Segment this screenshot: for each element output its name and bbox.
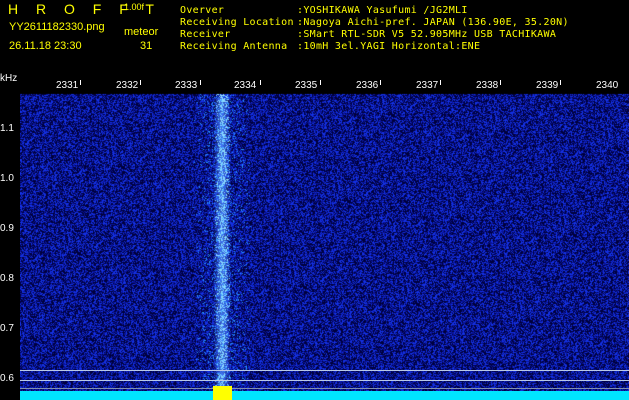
x-tick-2333: 2333 (175, 80, 198, 91)
x-tick-2336: 2336 (356, 80, 379, 91)
x-grid-mark (260, 80, 261, 85)
x-grid-mark (80, 80, 81, 85)
observer-value: :YOSHIKAWA Yasufumi /JG2MLI (297, 5, 468, 16)
x-grid-mark (140, 80, 141, 85)
x-grid-mark (200, 80, 201, 85)
x-grid-mark (500, 80, 501, 85)
receiver-label: Receiver (180, 29, 231, 40)
reference-line (20, 370, 629, 371)
meteor-count: 31 (140, 40, 153, 52)
observer-label: Overver (180, 5, 225, 16)
y-tick-0-6: 0.6 (0, 373, 14, 384)
detection-marker (213, 386, 232, 400)
x-grid-mark (320, 80, 321, 85)
spectrum-waterfall (20, 80, 629, 400)
antenna-value: :10mH 3el.YAGI Horizontal:ENE (297, 41, 481, 52)
image-filename: YY2611182330.png (9, 21, 105, 33)
reference-line (20, 380, 629, 381)
location-value: :Nagoya Aichi-pref. JAPAN (136.90E, 35.2… (297, 17, 569, 28)
x-grid-mark (380, 80, 381, 85)
y-tick-1-1: 1.1 (0, 123, 14, 134)
capture-datetime: 26.11.18 23:30 (9, 40, 82, 52)
y-axis-unit: kHz (0, 73, 18, 84)
antenna-label: Receiving Antenna (180, 41, 288, 52)
waterfall-plot: 2331 2332 2333 2334 2335 2336 2337 2338 … (20, 80, 629, 400)
y-tick-1-0: 1.0 (0, 173, 14, 184)
x-tick-2337: 2337 (416, 80, 439, 91)
meteor-label: meteor (124, 26, 159, 38)
x-tick-2339: 2339 (536, 80, 559, 91)
baseline-bar (20, 391, 629, 400)
x-grid-mark (440, 80, 441, 85)
y-tick-0-9: 0.9 (0, 223, 14, 234)
receiver-value: :SMart RTL-SDR V5 52.905MHz USB TACHIKAW… (297, 29, 557, 40)
y-tick-0-7: 0.7 (0, 323, 14, 334)
x-tick-2331: 2331 (56, 80, 79, 91)
header-panel: H R O F F T 1.00f YY2611182330.png 26.11… (0, 0, 629, 78)
app-version: 1.00f (124, 2, 145, 12)
x-grid-mark (560, 80, 561, 85)
reference-line (20, 388, 629, 389)
y-tick-0-8: 0.8 (0, 273, 14, 284)
x-tick-2335: 2335 (295, 80, 318, 91)
x-tick-2338: 2338 (476, 80, 499, 91)
x-tick-2340: 2340 (596, 80, 619, 91)
location-label: Receiving Location (180, 17, 294, 28)
x-tick-2332: 2332 (116, 80, 139, 91)
x-tick-2334: 2334 (234, 80, 257, 91)
signal-band (213, 98, 231, 390)
